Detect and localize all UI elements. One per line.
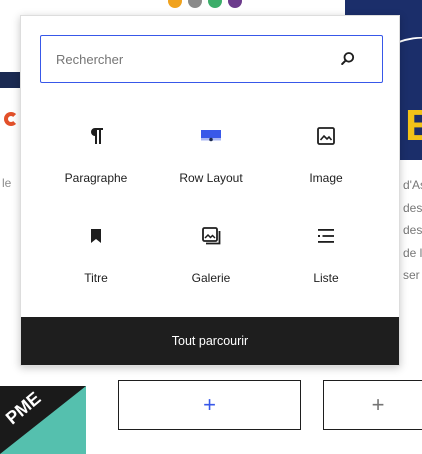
browse-all-button[interactable]: Tout parcourir: [21, 317, 399, 365]
block-label: Liste: [313, 271, 339, 285]
browse-all-label: Tout parcourir: [171, 334, 249, 348]
block-inserter-popover: Paragraphe Row Layout Image Titre: [20, 15, 400, 366]
add-block-button[interactable]: +: [323, 380, 422, 430]
block-label: Galerie: [191, 271, 231, 285]
bookmark-icon: [91, 229, 101, 243]
list-icon: [318, 229, 334, 243]
add-block-button[interactable]: +: [118, 380, 301, 430]
block-item-row-layout[interactable]: Row Layout: [151, 116, 271, 192]
block-item-list[interactable]: Liste: [266, 216, 386, 292]
block-item-image[interactable]: Image: [266, 116, 386, 192]
image-icon: [317, 127, 335, 145]
block-item-heading[interactable]: Titre: [36, 216, 156, 292]
search-icon[interactable]: [338, 49, 358, 69]
block-item-paragraph[interactable]: Paragraphe: [36, 116, 156, 192]
search-box: [40, 35, 383, 83]
plus-icon: +: [371, 392, 385, 417]
background-text: le: [2, 176, 12, 190]
block-label: Row Layout: [179, 171, 243, 185]
block-item-gallery[interactable]: Galerie: [151, 216, 271, 292]
search-input[interactable]: [41, 36, 338, 82]
block-label: Titre: [84, 271, 108, 285]
background-banner-letter: E: [405, 101, 422, 150]
paragraph-icon: [91, 128, 103, 144]
plus-icon: +: [203, 392, 216, 417]
block-label: Paragraphe: [64, 171, 128, 185]
background-text: d'As des des de l ser: [403, 178, 422, 282]
background-decoration: [0, 72, 20, 88]
row-layout-icon: [201, 130, 221, 142]
background-decoration: [168, 0, 258, 12]
gallery-icon: [202, 227, 221, 245]
corner-logo: PME: [0, 386, 86, 454]
block-label: Image: [309, 171, 343, 185]
background-decoration: [4, 112, 18, 126]
